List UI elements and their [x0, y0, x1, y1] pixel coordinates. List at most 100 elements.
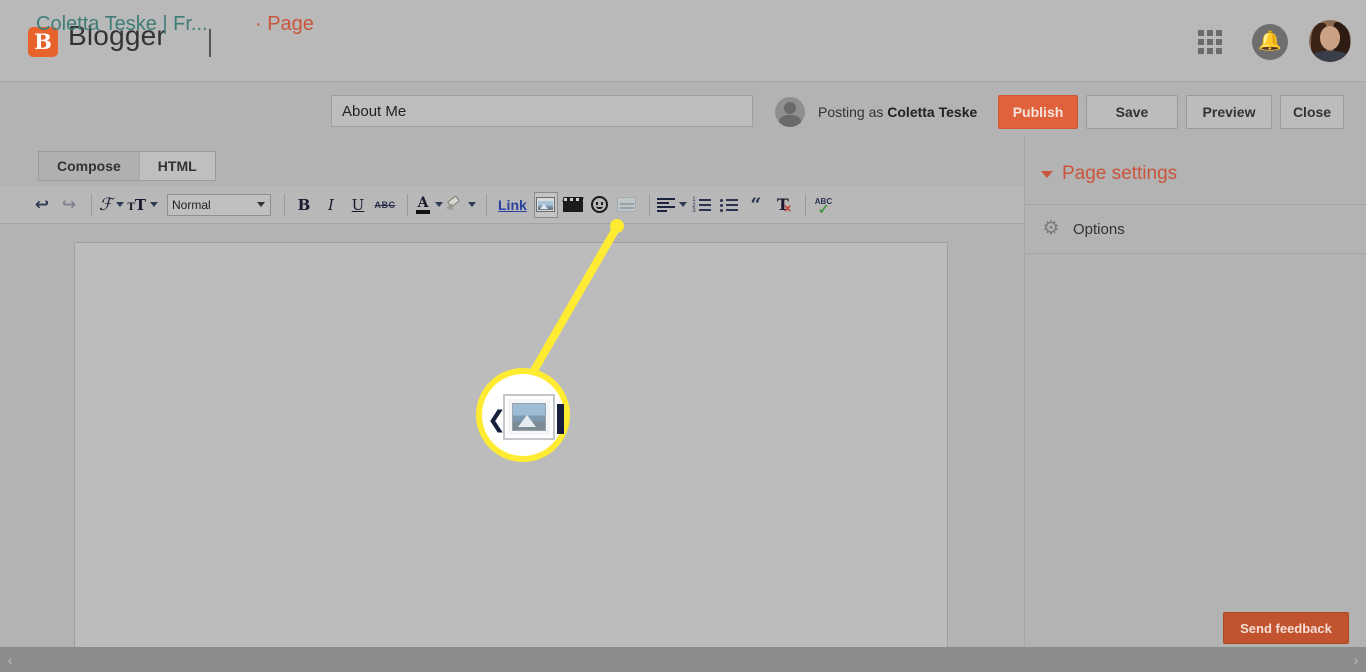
- strikethrough-button[interactable]: ABC: [373, 192, 397, 218]
- undo-glyph: ↩: [34, 194, 50, 215]
- apps-grid-dot: [1198, 30, 1204, 36]
- remove-formatting-icon: T ✕: [776, 195, 792, 215]
- apps-grid-dot: [1198, 48, 1204, 54]
- sidebar-item-options[interactable]: ⚙ Options: [1025, 205, 1366, 253]
- breadcrumb-blog-title[interactable]: Coletta Teske | Fr...: [36, 13, 208, 36]
- font-size-glyph: TT: [127, 195, 146, 214]
- font-family-glyph: ℱ: [99, 194, 113, 215]
- underline-button[interactable]: U: [346, 192, 370, 218]
- list-number: 3: [692, 207, 696, 214]
- clapper-stripe: [569, 198, 573, 201]
- tab-html[interactable]: HTML: [138, 151, 216, 181]
- apps-grid-dot: [1207, 39, 1213, 45]
- numbered-list-button[interactable]: 1 2 3: [690, 192, 714, 218]
- insert-video-button[interactable]: [561, 192, 585, 218]
- redo-icon[interactable]: ↪: [57, 192, 81, 218]
- clapper-stripe: [563, 198, 567, 201]
- strikethrough-glyph: ABC: [374, 199, 396, 210]
- quote-icon: “: [750, 193, 762, 216]
- bulleted-list-icon: [719, 198, 739, 212]
- bell-glyph: 🔔: [1258, 31, 1282, 52]
- gear-icon: ⚙: [1042, 218, 1060, 239]
- align-line: [656, 206, 675, 208]
- image-icon: [536, 197, 556, 212]
- insert-link-button[interactable]: Link: [494, 192, 531, 218]
- align-line: [656, 210, 667, 212]
- smiley-eye: [601, 202, 604, 205]
- apps-grid-dot: [1198, 39, 1204, 45]
- sidebar-item-label: Options: [1073, 220, 1125, 238]
- align-line: [656, 198, 675, 200]
- posting-as-username: Coletta Teske: [887, 104, 978, 120]
- text-cursor-marker: [209, 29, 211, 57]
- smiley-face-icon: [591, 196, 609, 213]
- apps-grid-dot: [1216, 48, 1222, 54]
- blogger-page-editor: B Blogger 🔔 Coletta Teske | Fr... · Page…: [0, 0, 1366, 672]
- highlight-color-icon[interactable]: [446, 192, 476, 218]
- bold-button[interactable]: B: [292, 192, 316, 218]
- list-bullet: [720, 208, 724, 212]
- spellcheck-icon: ABC ✓: [815, 197, 835, 217]
- preview-button[interactable]: Preview: [1186, 95, 1272, 129]
- align-left-icon: [656, 198, 675, 212]
- avatar-body: [1313, 51, 1347, 62]
- paragraph-format-select[interactable]: Normal: [167, 193, 271, 216]
- toolbar-divider: [804, 193, 806, 216]
- scroll-left-arrow-icon[interactable]: ‹: [0, 652, 20, 668]
- apps-grid-dot: [1216, 39, 1222, 45]
- insert-jump-break-button[interactable]: [615, 192, 639, 218]
- list-line: [726, 198, 739, 201]
- text-color-glyph: A: [415, 194, 431, 214]
- save-button[interactable]: Save: [1086, 95, 1178, 129]
- align-line: [656, 202, 669, 204]
- bell-icon[interactable]: 🔔: [1252, 24, 1288, 60]
- page-settings-sidebar: Page settings ⚙ Options Send feedback: [1024, 134, 1366, 646]
- smiley-mouth: [596, 206, 604, 209]
- insert-image-button[interactable]: [533, 191, 558, 218]
- posting-avatar-body: [779, 115, 801, 127]
- list-number: 1: [692, 196, 696, 203]
- font-family-icon[interactable]: ℱ: [99, 192, 125, 218]
- close-button[interactable]: Close: [1280, 95, 1344, 129]
- video-clapperboard-icon: [562, 197, 584, 212]
- toolbar-divider: [407, 193, 408, 216]
- spellcheck-button[interactable]: ABC ✓: [813, 192, 837, 218]
- magnified-image-thumbnail: [512, 403, 546, 431]
- apps-grid-dot: [1207, 48, 1213, 54]
- send-feedback-button[interactable]: Send feedback: [1223, 612, 1349, 644]
- apps-grid-dot: [1216, 30, 1222, 36]
- chevron-down-icon: [150, 202, 158, 207]
- text-color-swatch: [416, 209, 430, 214]
- italic-button[interactable]: I: [319, 192, 343, 218]
- posting-as-label: Posting as Coletta Teske: [818, 104, 977, 120]
- insert-emoji-button[interactable]: [588, 192, 612, 218]
- link-label: Link: [498, 196, 527, 213]
- publish-button[interactable]: Publish: [998, 95, 1078, 129]
- text-color-letter: A: [417, 194, 429, 211]
- toolbar-divider: [486, 193, 487, 216]
- avatar[interactable]: [1309, 20, 1351, 62]
- page-break-line: [620, 203, 635, 205]
- remove-formatting-button[interactable]: T ✕: [771, 192, 795, 218]
- apps-grid-icon[interactable]: [1196, 28, 1224, 56]
- horizontal-scrollbar[interactable]: ‹ ›: [0, 647, 1366, 672]
- bulleted-list-button[interactable]: [717, 192, 741, 218]
- list-line: [699, 208, 712, 211]
- remove-formatting-x: ✕: [783, 204, 792, 215]
- undo-icon[interactable]: ↩: [30, 192, 54, 218]
- smiley-eye: [596, 202, 599, 205]
- font-size-icon[interactable]: TT: [127, 192, 158, 218]
- scroll-right-arrow-icon[interactable]: ›: [1346, 652, 1366, 668]
- alignment-button[interactable]: [656, 192, 687, 218]
- page-settings-header[interactable]: Page settings: [1025, 154, 1366, 194]
- editor-mode-tabs: Compose HTML: [38, 151, 216, 181]
- blockquote-button[interactable]: “: [744, 192, 768, 218]
- posting-as-avatar-icon: [775, 97, 805, 127]
- paragraph-format-value: Normal: [172, 197, 211, 212]
- tab-compose[interactable]: Compose: [38, 151, 139, 181]
- page-title-input[interactable]: [331, 95, 753, 127]
- posting-as-prefix: Posting as: [818, 104, 888, 120]
- text-color-icon[interactable]: A: [415, 192, 443, 218]
- spellcheck-checkmark: ✓: [817, 200, 830, 217]
- chevron-down-icon: [257, 202, 265, 207]
